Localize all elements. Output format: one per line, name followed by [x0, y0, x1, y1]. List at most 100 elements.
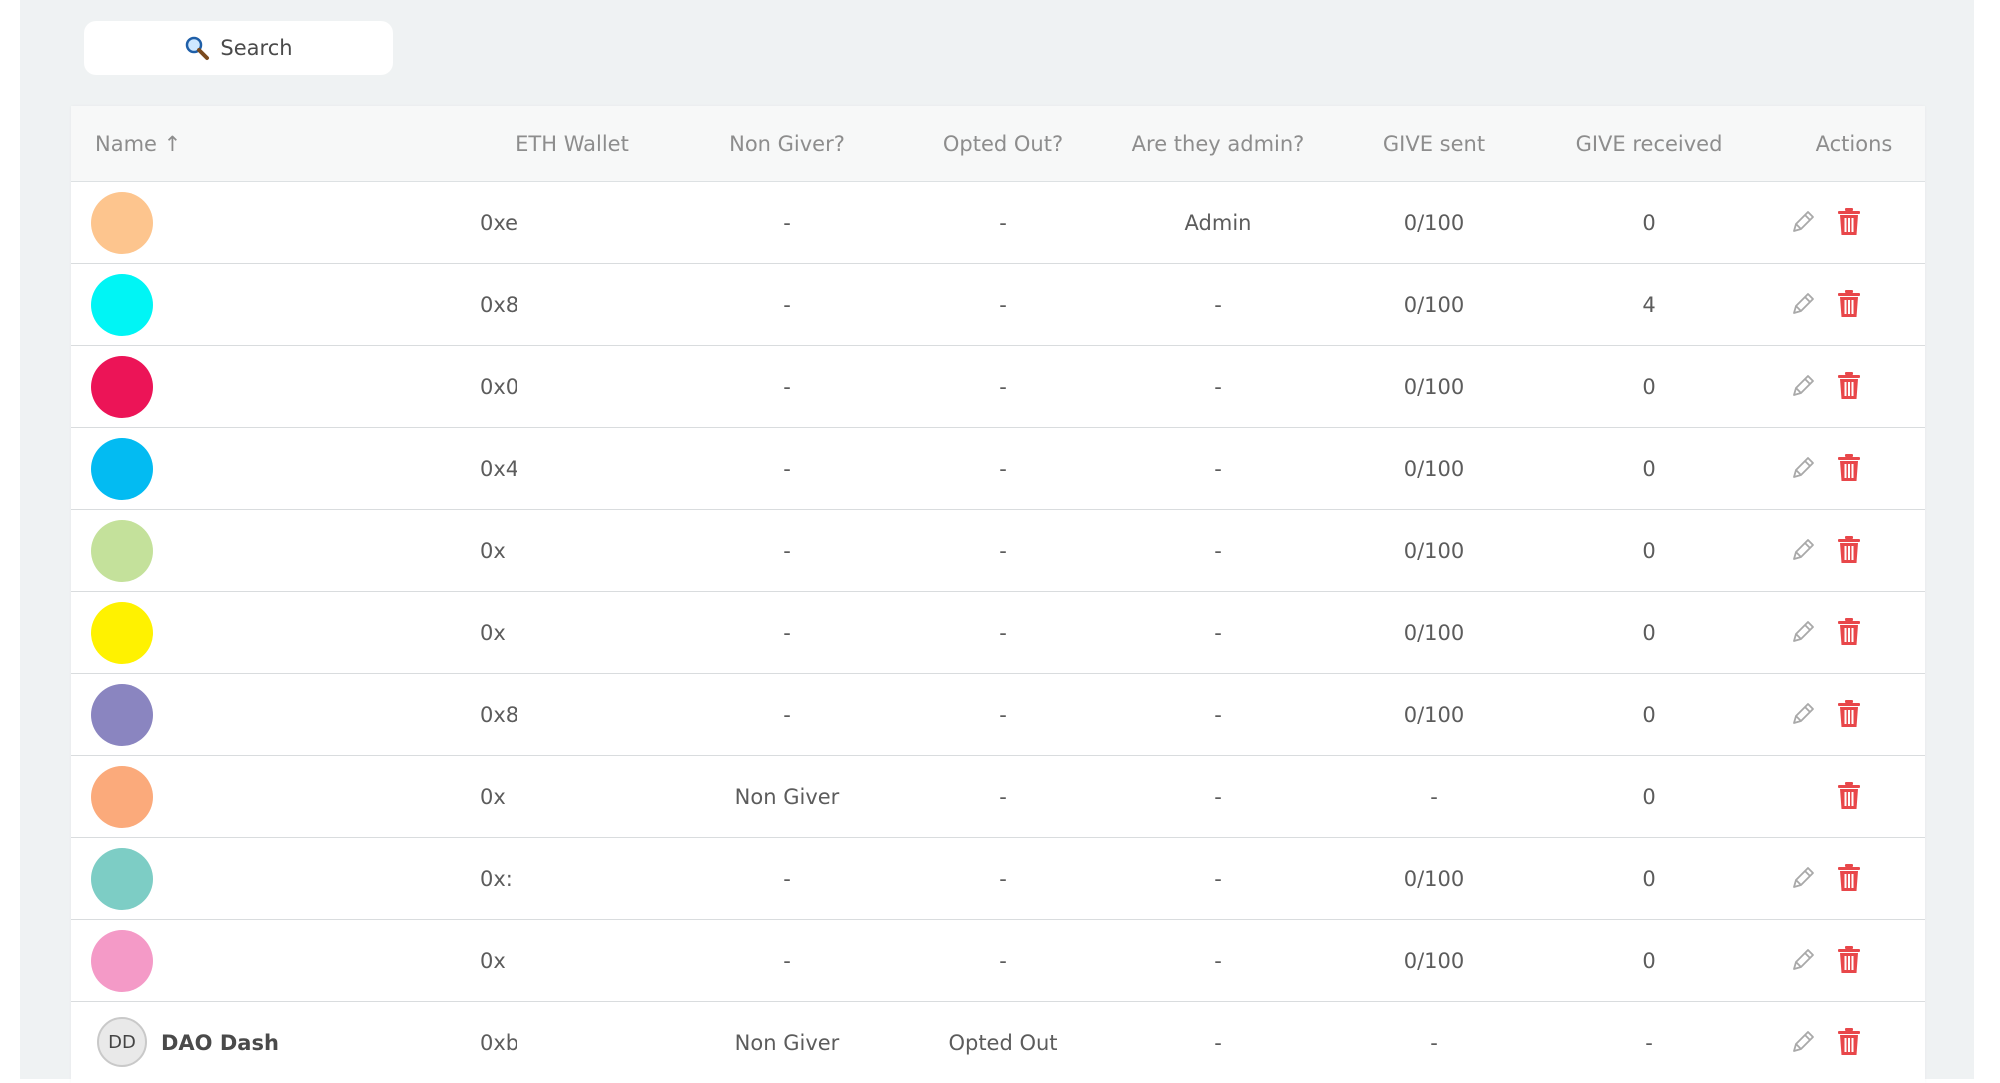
- cell-admin: -: [1214, 948, 1222, 973]
- table-row[interactable]: 0x Non Giver - - - 0: [71, 756, 1925, 838]
- cell-eth-wallet: 0x4: [480, 456, 520, 481]
- pencil-icon[interactable]: [1789, 536, 1817, 564]
- cell-admin: -: [1214, 784, 1222, 809]
- row-actions: [1781, 920, 1881, 1001]
- pencil-icon[interactable]: [1789, 1028, 1817, 1056]
- column-header-actions: Actions: [1815, 131, 1893, 156]
- trash-icon[interactable]: [1837, 453, 1861, 483]
- trash-icon[interactable]: [1837, 781, 1861, 811]
- members-table: Name ↑ ETH Wallet Non Giver? Opted Out? …: [71, 106, 1925, 1083]
- cell-admin: -: [1214, 866, 1222, 891]
- avatar: [91, 684, 153, 746]
- member-name: DAO Dash: [161, 1030, 279, 1055]
- table-row[interactable]: 0x - - - 0/100 0: [71, 592, 1925, 674]
- trash-icon[interactable]: [1837, 699, 1861, 729]
- cell-non-giver: -: [783, 702, 791, 727]
- wallet-redaction: [517, 1002, 637, 1083]
- cell-admin: -: [1214, 1030, 1222, 1055]
- row-actions: [1781, 346, 1881, 427]
- trash-icon[interactable]: [1837, 535, 1861, 565]
- cell-admin: -: [1214, 702, 1222, 727]
- column-header-admin[interactable]: Are they admin?: [1132, 106, 1305, 181]
- cell-eth-wallet: 0xb: [480, 1030, 520, 1055]
- cell-give-received: 0: [1642, 374, 1656, 399]
- avatar: [91, 602, 153, 664]
- column-header-name[interactable]: Name ↑: [95, 106, 181, 181]
- table-row[interactable]: 0x4 - - - 0/100 0: [71, 428, 1925, 510]
- cell-give-received: 0: [1642, 702, 1656, 727]
- table-row[interactable]: 0x: - - - 0/100 0: [71, 838, 1925, 920]
- trash-icon[interactable]: [1837, 289, 1861, 319]
- cell-give-sent: 0/100: [1403, 210, 1465, 235]
- cell-give-sent: 0/100: [1403, 702, 1465, 727]
- table-row[interactable]: 0x0 - - - 0/100 0: [71, 346, 1925, 428]
- avatar: [91, 438, 153, 500]
- pencil-icon[interactable]: [1789, 290, 1817, 318]
- row-actions: [1781, 756, 1881, 837]
- avatar: DD: [97, 1017, 147, 1067]
- trash-icon[interactable]: [1837, 945, 1861, 975]
- cell-eth-wallet: 0x: [480, 620, 506, 645]
- column-header-opted-out[interactable]: Opted Out?: [943, 106, 1063, 181]
- column-header-give-received[interactable]: GIVE received: [1576, 106, 1723, 181]
- cell-give-sent: 0/100: [1403, 866, 1465, 891]
- pencil-icon[interactable]: [1789, 618, 1817, 646]
- avatar: [91, 520, 153, 582]
- cell-give-sent: 0/100: [1403, 620, 1465, 645]
- pencil-icon[interactable]: [1789, 454, 1817, 482]
- cell-eth-wallet: 0x8: [480, 702, 520, 727]
- avatar: [91, 766, 153, 828]
- cell-eth-wallet: 0x: [480, 784, 506, 809]
- table-row[interactable]: 0x - - - 0/100 0: [71, 920, 1925, 1002]
- trash-icon[interactable]: [1837, 617, 1861, 647]
- wallet-redaction: [517, 182, 637, 263]
- wallet-redaction: [517, 592, 637, 673]
- cell-give-sent: 0/100: [1403, 538, 1465, 563]
- cell-give-sent: 0/100: [1403, 948, 1465, 973]
- pencil-icon[interactable]: [1789, 946, 1817, 974]
- cell-give-received: -: [1645, 1030, 1653, 1055]
- cell-give-received: 4: [1642, 292, 1656, 317]
- cell-opted-out: -: [999, 374, 1007, 399]
- table-row[interactable]: 0x - - - 0/100 0: [71, 510, 1925, 592]
- avatar: [91, 274, 153, 336]
- cell-opted-out: -: [999, 538, 1007, 563]
- cell-eth-wallet: 0x: [480, 538, 506, 563]
- table-row[interactable]: 0xe - - Admin 0/100 0: [71, 182, 1925, 264]
- cell-non-giver: -: [783, 292, 791, 317]
- cell-opted-out: -: [999, 456, 1007, 481]
- trash-icon[interactable]: [1837, 371, 1861, 401]
- search-button[interactable]: Search: [84, 21, 393, 75]
- main-panel: Search Name ↑ ETH Wallet Non Giver? Opte…: [20, 0, 1974, 1083]
- trash-icon[interactable]: [1837, 863, 1861, 893]
- column-header-non-giver[interactable]: Non Giver?: [729, 106, 845, 181]
- avatar: [91, 848, 153, 910]
- cell-give-received: 0: [1642, 784, 1656, 809]
- pencil-icon[interactable]: [1789, 864, 1817, 892]
- cell-give-received: 0: [1642, 620, 1656, 645]
- trash-icon[interactable]: [1837, 1027, 1861, 1057]
- pencil-icon[interactable]: [1789, 700, 1817, 728]
- cell-non-giver: -: [783, 456, 791, 481]
- avatar: [91, 356, 153, 418]
- column-header-give-sent[interactable]: GIVE sent: [1383, 106, 1485, 181]
- cell-opted-out: Opted Out: [948, 1030, 1058, 1055]
- cell-give-sent: 0/100: [1403, 292, 1465, 317]
- table-row[interactable]: DD DAO Dash 0xb Non Giver Opted Out - - -: [71, 1002, 1925, 1083]
- pencil-icon[interactable]: [1789, 208, 1817, 236]
- row-actions: [1781, 592, 1881, 673]
- cell-give-received: 0: [1642, 948, 1656, 973]
- wallet-redaction: [517, 428, 637, 509]
- row-actions: [1781, 428, 1881, 509]
- row-actions: [1781, 674, 1881, 755]
- wallet-redaction: [517, 674, 637, 755]
- trash-icon[interactable]: [1837, 207, 1861, 237]
- column-header-eth-wallet[interactable]: ETH Wallet: [515, 106, 629, 181]
- cell-give-sent: 0/100: [1403, 456, 1465, 481]
- cell-eth-wallet: 0xe: [480, 210, 519, 235]
- table-row[interactable]: 0x8 - - - 0/100 4: [71, 264, 1925, 346]
- cell-non-giver: -: [783, 620, 791, 645]
- pencil-icon[interactable]: [1789, 372, 1817, 400]
- cell-give-received: 0: [1642, 538, 1656, 563]
- table-row[interactable]: 0x8 - - - 0/100 0: [71, 674, 1925, 756]
